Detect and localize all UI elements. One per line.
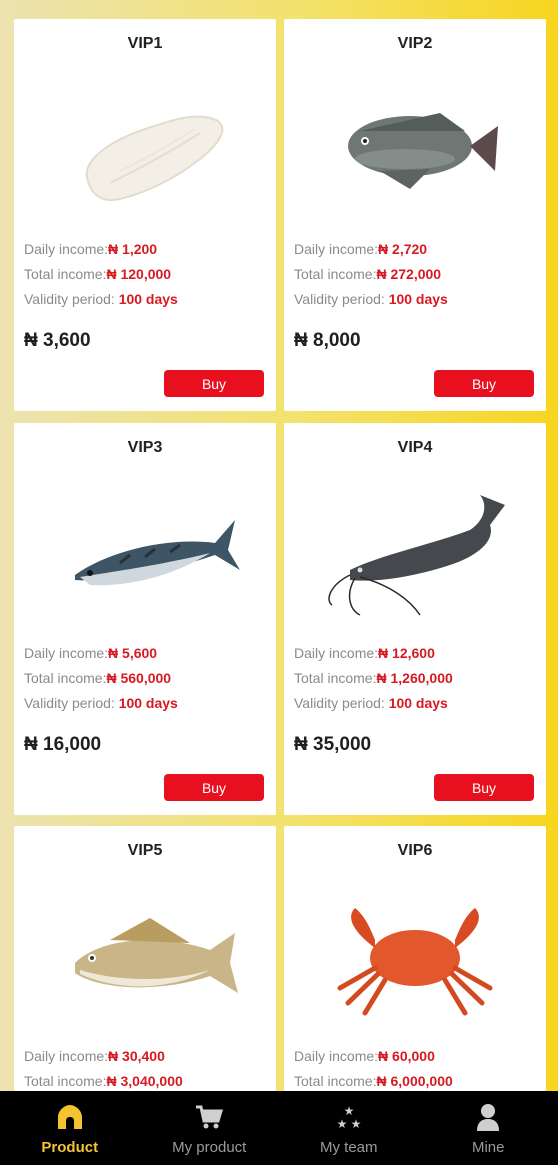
card-title: VIP1 [127, 35, 163, 52]
price: ₦ 35,000 [294, 734, 372, 755]
crab-image [320, 878, 510, 1028]
daily-income: Daily income:₦ 2,720 [294, 241, 428, 257]
product-card-vip6[interactable]: VIP6 Daily income:₦ 60,000 Total income:… [284, 826, 546, 1091]
product-card-vip5[interactable]: VIP5 Daily income:₦ 30,400 Total income:… [14, 826, 276, 1091]
daily-income: Daily income:₦ 12,600 [294, 645, 435, 661]
stars-icon: ★ ★ ★ [333, 1101, 365, 1133]
validity-period: Validity period: 100 days [24, 695, 178, 711]
product-card-vip2[interactable]: VIP2 Daily income:₦ 2,720 Total income:₦… [284, 19, 546, 411]
svg-text:★: ★ [343, 1104, 354, 1118]
daily-income: Daily income:₦ 30,400 [24, 1048, 165, 1064]
daily-income: Daily income:₦ 5,600 [24, 645, 158, 661]
nav-mine[interactable]: Mine [419, 1091, 558, 1165]
nav-product[interactable]: Product [0, 1091, 140, 1165]
croaker-image [50, 878, 240, 1028]
product-card-vip4[interactable]: VIP4 Daily income:₦ 12,600 Total income:… [284, 423, 546, 815]
cart-icon [193, 1101, 225, 1133]
buy-button[interactable]: Buy [434, 774, 534, 801]
price: ₦ 16,000 [24, 734, 102, 755]
total-income: Total income:₦ 560,000 [24, 670, 172, 686]
validity-period: Validity period: 100 days [294, 291, 448, 307]
buy-button[interactable]: Buy [434, 370, 534, 397]
total-income: Total income:₦ 120,000 [24, 266, 172, 282]
product-card-vip3[interactable]: VIP3 Daily income:₦ 5,600 Total income:₦… [14, 423, 276, 815]
total-income: Total income:₦ 6,000,000 [294, 1073, 453, 1089]
card-title: VIP6 [397, 842, 433, 859]
catfish-image [320, 475, 510, 625]
total-income: Total income:₦ 272,000 [294, 266, 442, 282]
nav-label: Product [41, 1139, 99, 1156]
card-title: VIP5 [127, 842, 163, 859]
bottom-nav: Product My product ★ ★ ★ My team Mine [0, 1091, 558, 1165]
nav-label: Mine [471, 1139, 505, 1156]
buy-button[interactable]: Buy [164, 370, 264, 397]
mackerel-image [50, 475, 240, 625]
daily-income: Daily income:₦ 1,200 [24, 241, 158, 257]
total-income: Total income:₦ 1,260,000 [294, 670, 453, 686]
buy-button[interactable]: Buy [164, 774, 264, 801]
daily-income: Daily income:₦ 60,000 [294, 1048, 435, 1064]
card-title: VIP3 [127, 439, 163, 456]
fish-fillet-image [50, 71, 240, 221]
nav-label: My team [319, 1139, 378, 1156]
svg-text:★: ★ [336, 1117, 347, 1131]
validity-period: Validity period: 100 days [294, 695, 448, 711]
product-card-vip1[interactable]: VIP1 Daily income:₦ 1,200 Total income:₦… [14, 19, 276, 411]
home-icon [54, 1101, 86, 1133]
svg-text:★: ★ [350, 1117, 361, 1131]
validity-period: Validity period: 100 days [24, 291, 178, 307]
nav-my-product[interactable]: My product [140, 1091, 280, 1165]
card-title: VIP4 [397, 439, 433, 456]
price: ₦ 3,600 [24, 330, 91, 351]
card-title: VIP2 [397, 35, 433, 52]
person-icon [472, 1101, 504, 1133]
nav-label: My product [172, 1139, 247, 1156]
price: ₦ 8,000 [294, 330, 361, 351]
tilapia-image [320, 71, 510, 221]
nav-my-team[interactable]: ★ ★ ★ My team [279, 1091, 419, 1165]
total-income: Total income:₦ 3,040,000 [24, 1073, 183, 1089]
